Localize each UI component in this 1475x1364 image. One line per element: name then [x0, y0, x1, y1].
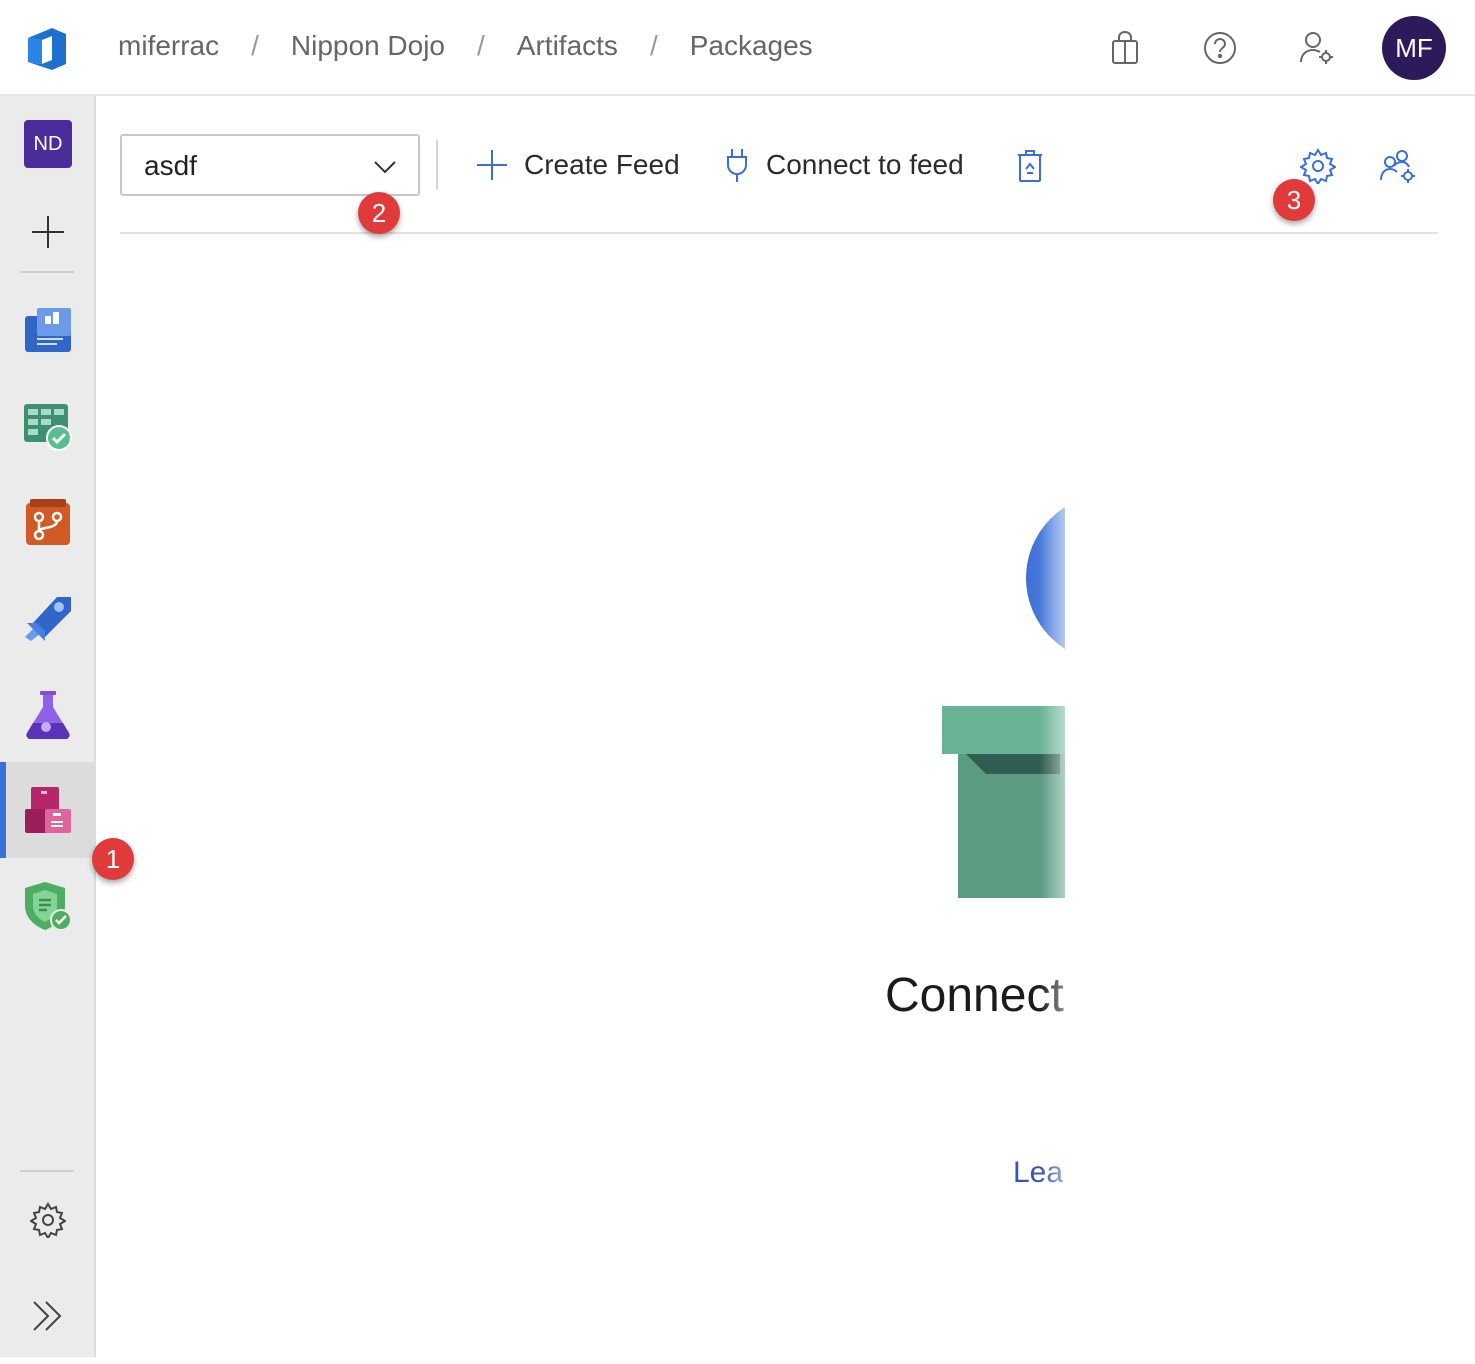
feed-selector-value: asdf — [144, 150, 197, 181]
chevron-down-icon — [374, 161, 396, 174]
azure-devops-logo-icon[interactable] — [22, 24, 72, 74]
connect-to-feed-button[interactable]: Connect to feed — [724, 142, 964, 188]
sidebar-item-pipelines[interactable] — [0, 570, 96, 666]
toolbar-divider — [436, 140, 438, 190]
plus-icon — [32, 216, 64, 248]
breadcrumb-separator: / — [251, 30, 259, 61]
boards-icon — [24, 404, 72, 451]
breadcrumb-project[interactable]: Nippon Dojo — [291, 30, 445, 62]
new-project-button[interactable] — [0, 184, 96, 280]
overview-icon — [25, 308, 71, 352]
repos-icon — [26, 499, 70, 545]
shopping-bag-icon[interactable] — [1105, 28, 1145, 68]
breadcrumb-separator: / — [649, 30, 658, 61]
create-feed-label: Create Feed — [524, 149, 680, 180]
connect-to-feed-label: Connect to feed — [766, 149, 964, 180]
plus-icon — [477, 150, 507, 180]
gear-icon — [30, 1202, 66, 1238]
expand-nav-button[interactable] — [0, 1268, 96, 1364]
sidebar-item-repos[interactable] — [0, 474, 96, 570]
feed-selector[interactable]: asdf — [120, 134, 420, 196]
sidebar-item-test-plans[interactable] — [0, 666, 96, 762]
recycle-bin-icon[interactable] — [1008, 144, 1052, 188]
shield-icon — [25, 882, 72, 931]
breadcrumb-org[interactable]: miferrac — [118, 30, 219, 62]
feed-permissions-icon[interactable] — [1376, 144, 1420, 188]
double-chevron-icon — [33, 1301, 62, 1331]
create-feed-button[interactable]: Create Feed — [476, 142, 680, 188]
user-settings-icon[interactable] — [1297, 28, 1337, 68]
breadcrumb-separator: / — [477, 30, 485, 61]
artifacts-toolbar: asdf Create Feed Connect to feed — [120, 134, 1438, 196]
callout-badge-2: 2 — [358, 192, 400, 234]
project-settings-button[interactable] — [0, 1172, 96, 1268]
breadcrumb-hub[interactable]: Artifacts — [517, 30, 618, 62]
test-plans-icon — [26, 691, 70, 739]
project-badge-label: ND — [24, 120, 72, 168]
empty-state-headline: Connect — [885, 969, 1064, 1022]
callout-badge-3: 3 — [1273, 179, 1315, 221]
user-avatar[interactable]: MF — [1382, 16, 1446, 80]
breadcrumb-page[interactable]: Packages — [690, 30, 813, 62]
project-badge[interactable]: ND — [0, 96, 96, 192]
help-icon[interactable] — [1200, 28, 1240, 68]
content-fade-overlay — [1040, 480, 1100, 1220]
left-nav: ND — [0, 96, 96, 1357]
callout-badge-1: 1 — [92, 838, 134, 880]
breadcrumb: miferrac / Nippon Dojo / Artifacts / Packages — [118, 30, 813, 62]
sidebar-item-overview[interactable] — [0, 282, 96, 378]
artifacts-icon — [25, 787, 71, 833]
pipelines-icon — [25, 597, 71, 641]
toolbar-underline — [120, 232, 1438, 234]
sidebar-item-artifacts[interactable] — [0, 762, 96, 858]
sidebar-item-boards[interactable] — [0, 378, 96, 474]
plug-icon — [727, 149, 747, 182]
sidebar-item-security[interactable] — [0, 858, 96, 954]
top-bar: miferrac / Nippon Dojo / Artifacts / Packages … — [0, 0, 1475, 96]
sidebar-divider — [20, 271, 74, 273]
